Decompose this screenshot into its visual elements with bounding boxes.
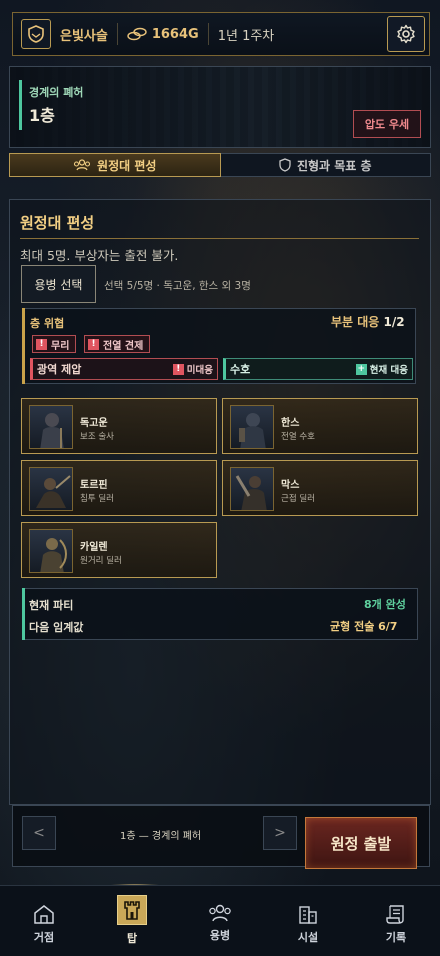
counter-name: 수호 xyxy=(230,363,251,376)
plus-icon: + xyxy=(355,363,367,375)
counter-requirement-unmet: 광역 제압 ! 미대응 xyxy=(30,358,218,380)
location-name: 경계의 폐허 xyxy=(29,86,84,99)
mercenary-name: 토르핀 xyxy=(80,480,108,491)
mercenary-portrait xyxy=(29,405,73,449)
nav-label: 용병 xyxy=(209,929,231,942)
mercenary-card[interactable]: 독고운 보조 술사 xyxy=(21,398,217,454)
nav-item-mercenaries[interactable]: 용병 xyxy=(176,886,264,956)
threat-count: 1/2 xyxy=(383,315,405,329)
next-threshold-label: 다음 임계값 xyxy=(29,621,84,634)
threat-status: 부분 대응 1/2 xyxy=(331,313,405,330)
shield-icon[interactable] xyxy=(21,19,51,49)
mercenary-portrait xyxy=(29,467,73,511)
nav-label: 시설 xyxy=(297,931,319,944)
gear-icon xyxy=(397,24,415,44)
next-floor-button[interactable]: > xyxy=(263,816,297,850)
settings-button[interactable] xyxy=(387,16,425,52)
counter-status-label: 현재 대응 xyxy=(369,365,408,376)
next-threshold-value: 균형 전술 6/7 xyxy=(330,620,398,633)
floor-number: 1층 xyxy=(29,106,55,125)
section-divider xyxy=(20,238,419,239)
mercenary-card[interactable]: 토르핀 침투 딜러 xyxy=(21,460,217,516)
target-floor-label: 1층 — 경계의 폐허 xyxy=(120,831,202,842)
mercenary-portrait xyxy=(230,467,274,511)
mercenary-card[interactable]: 막스 근접 딜러 xyxy=(222,460,418,516)
nav-item-tower[interactable]: 탑 xyxy=(88,886,176,956)
threat-label: 층 위협 xyxy=(30,317,65,330)
guild-name: 은빛사슬 xyxy=(60,28,108,44)
location-accent-bar xyxy=(19,80,22,130)
nav-item-base[interactable]: 거점 xyxy=(0,886,88,956)
shield-icon xyxy=(279,158,291,172)
alert-icon: ! xyxy=(172,363,184,375)
mercenary-role: 침투 딜러 xyxy=(80,494,114,504)
alert-icon: ! xyxy=(36,338,47,350)
threat-accent-bar xyxy=(22,308,25,384)
divider xyxy=(116,23,118,45)
top-bar: 은빛사슬 1664G 1년 1주차 xyxy=(12,12,430,56)
threat-tag: ! 무리 xyxy=(32,335,77,353)
chevron-right-icon: > xyxy=(274,825,286,841)
tab-party-formation[interactable]: 원정대 편성 xyxy=(9,153,221,177)
threat-tag-label: 무리 xyxy=(51,340,70,352)
divider xyxy=(207,23,209,45)
mercenary-card[interactable]: 한스 전열 수호 xyxy=(222,398,418,454)
bottom-navigation: 거점 탑 용병 시설 기록 xyxy=(0,885,440,956)
mercenary-card[interactable]: 카일렌 원거리 딜러 xyxy=(21,522,217,578)
current-party-label: 현재 파티 xyxy=(29,599,74,612)
counter-name: 광역 제압 xyxy=(37,363,82,376)
counter-status-label: 미대응 xyxy=(186,365,213,376)
chevron-left-icon: < xyxy=(33,825,45,841)
formation-description: 최대 5명. 부상자는 출전 불가. xyxy=(20,248,179,263)
nav-label: 기록 xyxy=(385,931,407,944)
section-title: 원정대 편성 xyxy=(20,214,95,232)
party-accent-bar xyxy=(22,588,25,640)
mercenary-name: 막스 xyxy=(281,480,300,491)
nav-label: 탑 xyxy=(126,932,138,945)
alert-icon: ! xyxy=(88,338,99,350)
building-icon xyxy=(299,906,317,924)
mercenary-name: 카일렌 xyxy=(80,542,108,553)
tab-bar: 원정대 편성 진형과 목표 층 xyxy=(9,153,431,177)
threat-status-text: 부분 대응 xyxy=(331,315,380,329)
previous-floor-button[interactable]: < xyxy=(22,816,56,850)
counter-requirement-met: 수호 + 현재 대응 xyxy=(223,358,413,380)
week-counter: 1년 1주차 xyxy=(217,28,275,44)
tower-icon xyxy=(117,895,147,925)
mercenary-name: 독고운 xyxy=(80,418,108,429)
mercenary-role: 전열 수호 xyxy=(281,432,315,442)
home-icon xyxy=(34,905,54,924)
nav-item-records[interactable]: 기록 xyxy=(352,886,440,956)
counter-status: + 현재 대응 xyxy=(355,362,408,376)
mercenary-role: 원거리 딜러 xyxy=(80,556,122,566)
gold-amount: 1664G xyxy=(151,26,199,42)
select-mercenary-button[interactable]: 용병 선택 xyxy=(21,265,96,303)
current-party-value: 8개 완성 xyxy=(364,598,406,611)
counter-status: ! 미대응 xyxy=(172,362,213,376)
scroll-icon xyxy=(386,905,404,924)
party-icon xyxy=(73,159,91,171)
nav-item-facilities[interactable]: 시설 xyxy=(264,886,352,956)
mercenary-portrait xyxy=(29,529,73,573)
threat-tag: ! 전열 견제 xyxy=(84,335,151,353)
coins-icon xyxy=(127,27,147,41)
threat-tag-label: 전열 견제 xyxy=(103,340,144,352)
tab-label: 원정대 편성 xyxy=(97,158,157,173)
launch-expedition-button[interactable]: 원정 출발 xyxy=(305,817,417,869)
tab-formation-target[interactable]: 진형과 목표 층 xyxy=(220,153,431,177)
mercenary-role: 근접 딜러 xyxy=(281,494,315,504)
tab-label: 진형과 목표 층 xyxy=(296,158,372,173)
mercenary-name: 한스 xyxy=(281,418,300,429)
nav-label: 거점 xyxy=(33,931,55,944)
party-icon xyxy=(209,904,231,922)
danger-level-badge[interactable]: 압도 우세 xyxy=(353,110,421,138)
mercenary-portrait xyxy=(230,405,274,449)
mercenary-role: 보조 술사 xyxy=(80,432,114,442)
selection-summary: 선택 5/5명 · 독고운, 한스 외 3명 xyxy=(104,280,251,292)
